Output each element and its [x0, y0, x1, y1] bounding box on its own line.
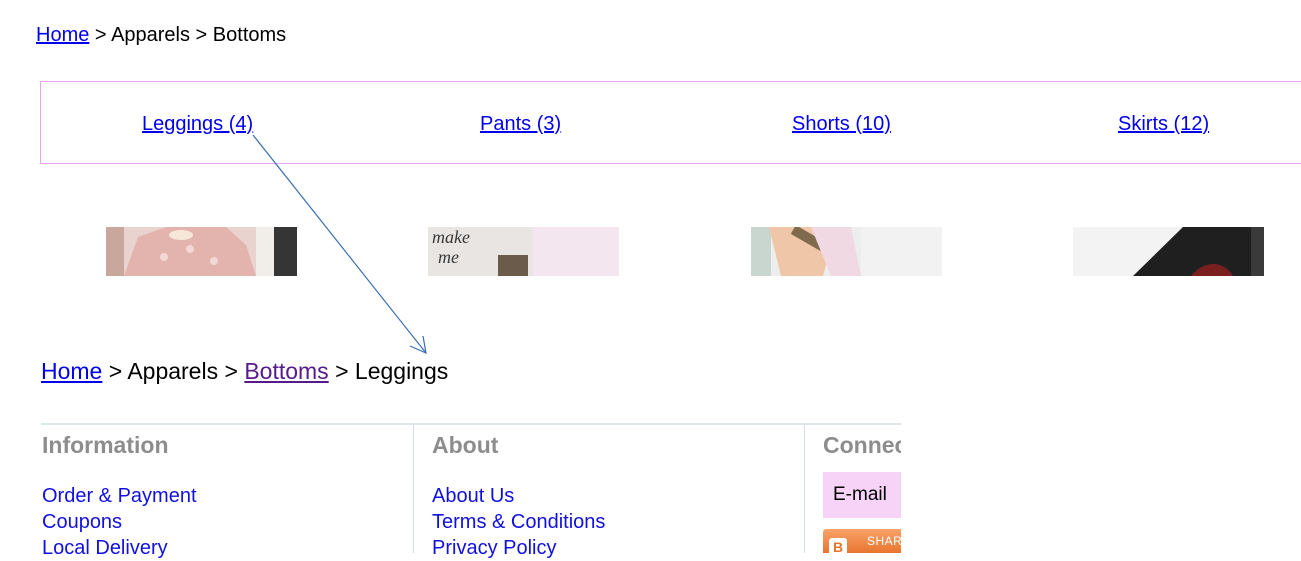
breadcrumb-separator: >	[190, 24, 213, 46]
footer-link-order-payment[interactable]: Order & Payment	[42, 483, 197, 509]
breadcrumb-current: Leggings	[354, 358, 449, 384]
breadcrumb-home-link[interactable]: Home	[41, 358, 102, 384]
pants-photo: make me	[428, 227, 619, 276]
breadcrumb-apparels: Apparels	[127, 358, 219, 384]
category-thumbnail-skirts[interactable]	[1073, 227, 1264, 276]
category-link-leggings[interactable]: Leggings (4)	[142, 112, 253, 136]
breadcrumb-home-link[interactable]: Home	[36, 24, 89, 46]
footer-link-about-us[interactable]: About Us	[432, 483, 605, 509]
footer-links-information: Order & Payment Coupons Local Delivery	[42, 483, 197, 561]
category-link-shorts[interactable]: Shorts (10)	[792, 112, 891, 136]
leggings-photo	[106, 227, 297, 276]
category-thumbnail-pants[interactable]: make me	[428, 227, 619, 276]
breadcrumb-current: Bottoms	[212, 24, 287, 46]
footer-link-privacy[interactable]: Privacy Policy	[432, 535, 605, 561]
footer-heading-about: About	[432, 432, 499, 458]
breadcrumb-bottoms-link[interactable]: Bottoms	[244, 358, 328, 384]
breadcrumb-separator: >	[102, 358, 128, 384]
svg-text:me: me	[438, 247, 459, 267]
footer-link-coupons[interactable]: Coupons	[42, 509, 197, 535]
footer-heading-information: Information	[42, 432, 169, 458]
footer-link-terms[interactable]: Terms & Conditions	[432, 509, 605, 535]
breadcrumb-separator: >	[218, 358, 245, 384]
shorts-photo	[751, 227, 942, 276]
breadcrumb-separator: >	[328, 358, 355, 384]
breadcrumb-separator: >	[89, 24, 112, 46]
skirts-photo	[1073, 227, 1264, 276]
svg-text:make: make	[432, 227, 470, 247]
footer-link-local-delivery[interactable]: Local Delivery	[42, 535, 197, 561]
share-button[interactable]: B SHARE	[823, 529, 901, 553]
footer-column-separator	[804, 425, 805, 553]
footer-divider	[41, 423, 901, 425]
blogger-icon: B	[829, 538, 847, 553]
footer-links-about: About Us Terms & Conditions Privacy Poli…	[432, 483, 605, 561]
footer-column-separator	[413, 425, 414, 553]
category-link-skirts[interactable]: Skirts (12)	[1118, 112, 1209, 136]
share-label: SHARE	[867, 534, 901, 548]
category-thumbnail-shorts[interactable]	[751, 227, 942, 276]
category-thumbnail-leggings[interactable]	[106, 227, 297, 276]
breadcrumb-leggings-page: Home > Apparels > Bottoms > Leggings	[41, 357, 448, 385]
category-link-pants[interactable]: Pants (3)	[480, 112, 561, 136]
breadcrumb-apparels: Apparels	[111, 24, 190, 46]
email-link[interactable]: E-mail	[823, 472, 901, 518]
screenshot-crop-mask	[901, 420, 1301, 553]
breadcrumb: Home > Apparels > Bottoms	[36, 23, 286, 47]
